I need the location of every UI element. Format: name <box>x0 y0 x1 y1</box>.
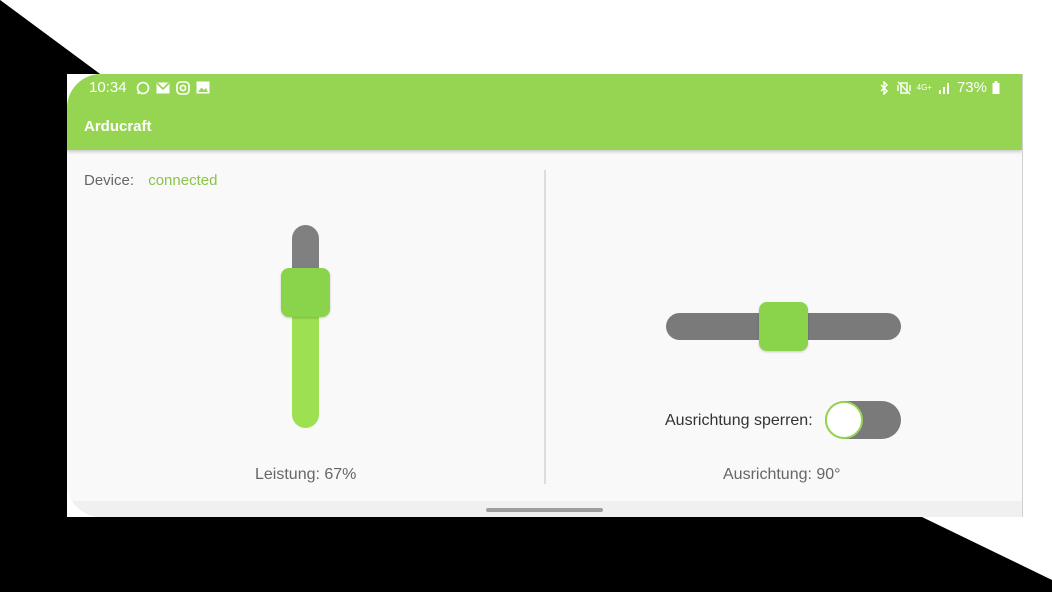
home-gesture-handle[interactable] <box>486 508 603 512</box>
app-bar: Arducraft <box>67 102 1022 150</box>
power-slider-track[interactable] <box>292 225 319 271</box>
toggle-knob[interactable] <box>825 401 863 439</box>
lock-orientation-label: Ausrichtung sperren: <box>665 412 813 429</box>
app-title: Arducraft <box>84 118 152 135</box>
navigation-bar <box>67 501 1022 517</box>
bluetooth-icon <box>877 80 892 95</box>
phone-screen: 10:34 4G+ 73% Arducraft Device: connecte… <box>67 74 1023 517</box>
vibrate-icon <box>897 80 912 95</box>
lte-icon: 4G+ <box>916 83 932 92</box>
orientation-label: Ausrichtung: 90° <box>723 466 841 483</box>
signal-icon <box>937 80 952 95</box>
system-status-icons: 4G+ 73% <box>877 79 1000 96</box>
panel-divider <box>544 170 546 484</box>
orientation-slider-thumb[interactable] <box>759 302 808 351</box>
whatsapp-icon <box>135 80 150 95</box>
lock-orientation-toggle[interactable] <box>825 401 901 439</box>
device-label: Device: <box>84 172 135 189</box>
image-icon <box>195 80 210 95</box>
power-label: Leistung: 67% <box>255 466 357 483</box>
status-time: 10:34 <box>89 79 127 96</box>
power-slider-thumb[interactable] <box>281 268 330 317</box>
status-bar: 10:34 4G+ 73% <box>67 74 1022 102</box>
notification-icons <box>135 80 210 95</box>
device-status-row: Device: connected <box>84 172 217 189</box>
instagram-icon <box>175 80 190 95</box>
battery-icon <box>992 80 1000 95</box>
mail-icon <box>155 80 170 95</box>
device-connection-status: connected <box>148 172 218 189</box>
battery-percent: 73% <box>956 79 987 96</box>
